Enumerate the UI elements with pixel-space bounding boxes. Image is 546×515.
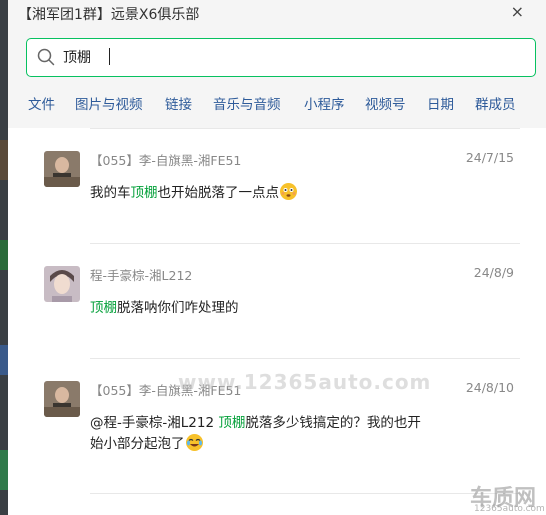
message-date: 24/8/10 [465,380,514,395]
tab-music-audio[interactable]: 音乐与音频 [213,93,281,113]
list-item[interactable]: 【055】李-自旗黑-湘FE51 24/7/15 我的车顶棚也开始脱落了一点点 [8,128,546,243]
close-button[interactable]: × [511,2,524,21]
tab-links[interactable]: 链接 [165,93,192,113]
avatar[interactable] [44,381,80,417]
message-text: 顶棚脱落呐你们咋处理的 [90,300,239,316]
list-item[interactable]: 程-手豪棕-湘L212 24/8/9 顶棚脱落呐你们咋处理的 [8,243,546,358]
search-icon [37,48,55,66]
window-title: 【湘军团1群】远景X6俱乐部 [18,7,200,23]
search-box[interactable] [26,38,536,77]
message-sender: 【055】李-自旗黑-湘FE51 [90,153,242,168]
tab-members[interactable]: 群成员 [475,93,516,113]
text-caret [109,48,110,65]
message-date: 24/8/9 [473,265,514,280]
search-highlight: 顶棚 [218,415,246,431]
tab-files[interactable]: 文件 [28,93,55,113]
avatar[interactable] [44,266,80,302]
search-results-list[interactable]: 【055】李-自旗黑-湘FE51 24/7/15 我的车顶棚也开始脱落了一点点 … [8,128,546,515]
message-sender: 程-手豪棕-湘L212 [90,268,193,283]
title-bar: 【湘军团1群】远景X6俱乐部 × [8,0,546,30]
tab-mini-programs[interactable]: 小程序 [304,93,345,113]
search-input[interactable] [63,46,483,68]
tab-date[interactable]: 日期 [427,93,454,113]
tab-channels[interactable]: 视频号 [365,93,406,113]
flushed-face-emoji [280,183,297,200]
message-text: @程-手豪棕-湘L212 顶棚脱落多少钱搞定的？我的也开 始小部分起泡了 [90,415,421,452]
logo-subtext: 12365auto.com [474,504,545,514]
chat-history-search-window: 【湘军团1群】远景X6俱乐部 × 文件 图片与视频 链接 音乐与音频 小程序 视… [8,0,546,515]
divider [90,493,520,494]
tab-images-videos[interactable]: 图片与视频 [75,93,143,113]
watermark-text: www.12365auto.com [178,370,432,394]
watermark-logo: 车质网 12365auto.com [470,480,546,515]
message-text: 我的车顶棚也开始脱落了一点点 [90,183,450,204]
message-date: 24/7/15 [465,150,514,165]
search-highlight: 顶棚 [90,300,117,316]
avatar[interactable] [44,151,80,187]
laughing-tears-emoji [185,434,203,451]
search-highlight: 顶棚 [130,185,158,201]
